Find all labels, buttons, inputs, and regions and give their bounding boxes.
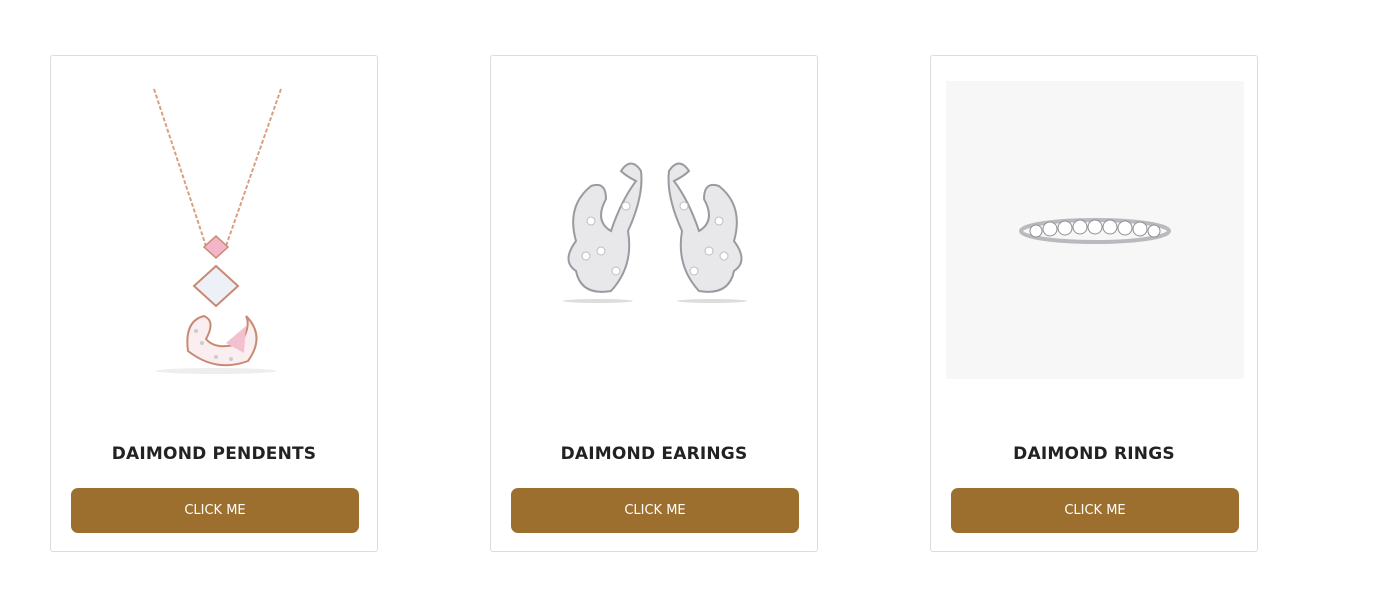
product-card-earings: DAIMOND EARINGS CLICK ME <box>490 55 818 552</box>
pendant-image <box>66 81 364 379</box>
click-me-button[interactable]: CLICK ME <box>951 488 1239 533</box>
card-title: DAIMOND EARINGS <box>560 444 748 464</box>
ring-image <box>946 81 1244 379</box>
card-title: DAIMOND RINGS <box>1013 444 1175 464</box>
click-me-button[interactable]: CLICK ME <box>511 488 799 533</box>
click-me-button[interactable]: CLICK ME <box>71 488 359 533</box>
product-card-rings: DAIMOND RINGS CLICK ME <box>930 55 1258 552</box>
earrings-image <box>506 81 804 379</box>
product-card-pendents: DAIMOND PENDENTS CLICK ME <box>50 55 378 552</box>
card-title: DAIMOND PENDENTS <box>111 444 317 464</box>
